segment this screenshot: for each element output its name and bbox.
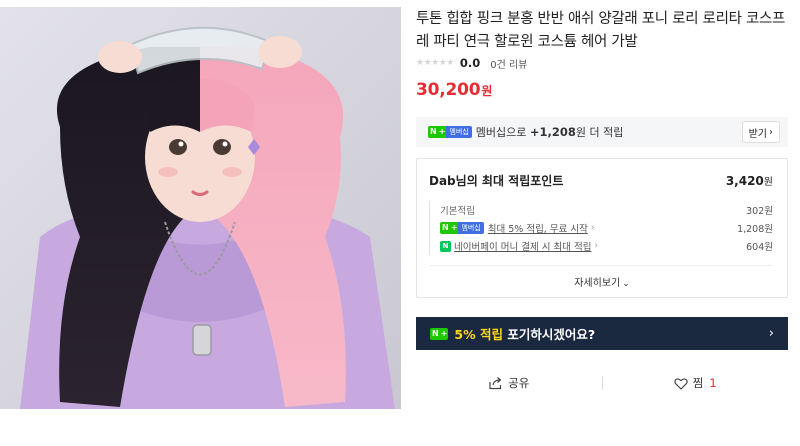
star-icon: ★★★★★ (416, 58, 454, 68)
price-unit: 원 (481, 84, 493, 98)
review-count[interactable]: 0건 리뷰 (490, 56, 527, 71)
product-photo-illustration (0, 7, 401, 409)
max-points-total: 3,420원 (726, 173, 773, 188)
badge-membership-label: 멤버십 (446, 126, 472, 138)
chevron-right-icon: › (590, 223, 595, 233)
basic-points-label: 기본적립 (440, 206, 475, 217)
share-button[interactable]: 공유 (416, 368, 602, 398)
max-points-title: Dab님의 최대 적립포인트 (429, 174, 564, 188)
product-image[interactable] (0, 7, 401, 409)
membership-text-prefix: 멤버십으로 (475, 126, 530, 139)
rating-row: ★★★★★ 0.0 0건 리뷰 (416, 55, 527, 71)
total-value: 3,420 (725, 174, 764, 188)
chevron-right-icon: › (769, 126, 773, 138)
badge-plus: + (440, 327, 449, 340)
see-more-label: 자세히보기 (574, 278, 621, 289)
chevron-down-icon: ⌄ (622, 279, 630, 289)
naver-plus-membership-badge: N + 멤버십 (428, 126, 472, 138)
banner-highlight: 5% 적립 (454, 327, 503, 342)
badge-n: N (440, 222, 451, 234)
price-value: 30,200 (416, 80, 481, 100)
points-card-header: Dab님의 최대 적립포인트 3,420원 (429, 172, 773, 189)
chevron-right-icon: › (768, 326, 774, 341)
membership-text-suffix: 원 더 적립 (575, 126, 624, 139)
membership-points-text: 멤버십으로 +1,208원 더 적립 (476, 124, 624, 140)
share-label: 공유 (508, 376, 530, 390)
banner-text-rest: 포기하시겠어요? (502, 327, 596, 342)
naver-pay-icon: N (440, 240, 451, 252)
max-points-card: Dab님의 최대 적립포인트 3,420원 기본적립 302원 N + 멤버십 최대… (416, 158, 788, 298)
points-line-membership[interactable]: N + 멤버십 최대 5% 적립, 무료 시작 › 1,208원 (440, 219, 773, 237)
product-title: 투톤 힙합 핑크 분홍 반반 애쉬 양갈래 포니 로리 로리타 코스프레 파티 … (416, 11, 786, 50)
membership-points-value: 1,208원 (737, 224, 773, 235)
get-button-label: 받기 (748, 128, 767, 140)
npay-points-value: 604원 (746, 242, 773, 253)
badge-n: N (430, 327, 441, 340)
badge-plus: + (438, 126, 447, 138)
wish-count: 1 (709, 376, 717, 390)
heart-icon (674, 377, 688, 390)
action-bar: 공유 찜 1 (416, 368, 788, 398)
share-icon (489, 377, 502, 390)
membership-promo-banner[interactable]: N + 5% 적립 포기하시겠어요? › (416, 317, 788, 350)
badge-membership-label: 멤버십 (458, 222, 484, 234)
divider (429, 265, 773, 266)
basic-points-value: 302원 (746, 206, 773, 217)
wish-button[interactable]: 찜 1 (603, 368, 789, 398)
rating-score: 0.0 (459, 56, 481, 70)
badge-n: N (428, 126, 439, 138)
get-points-button[interactable]: 받기 › (741, 121, 780, 143)
badge-plus: + (450, 222, 459, 234)
membership-points-box: N + 멤버십 멤버십으로 +1,208원 더 적립 받기 › (416, 117, 788, 147)
membership-amount: +1,208 (529, 125, 576, 139)
points-line-npay[interactable]: N 네이버페이 머니 결제 시 최대 적립 › 604원 (440, 237, 773, 255)
membership-points-link[interactable]: 최대 5% 적립, 무료 시작 (488, 221, 588, 235)
npay-points-link[interactable]: 네이버페이 머니 결제 시 최대 적립 (454, 239, 591, 253)
wish-label: 찜 (692, 376, 704, 390)
naver-plus-membership-badge: N + 멤버십 (440, 222, 484, 234)
see-more-button[interactable]: 자세히보기 ⌄ (417, 274, 787, 289)
points-line-basic: 기본적립 302원 (440, 201, 773, 219)
points-breakdown: 기본적립 302원 N + 멤버십 최대 5% 적립, 무료 시작 › 1,208원… (429, 201, 773, 255)
product-price: 30,200 원 (416, 80, 492, 100)
chevron-right-icon: › (594, 241, 599, 251)
total-unit: 원 (763, 177, 773, 188)
banner-text: 5% 적립 포기하시겠어요? (454, 324, 595, 343)
naver-plus-icon: N + (430, 327, 449, 340)
